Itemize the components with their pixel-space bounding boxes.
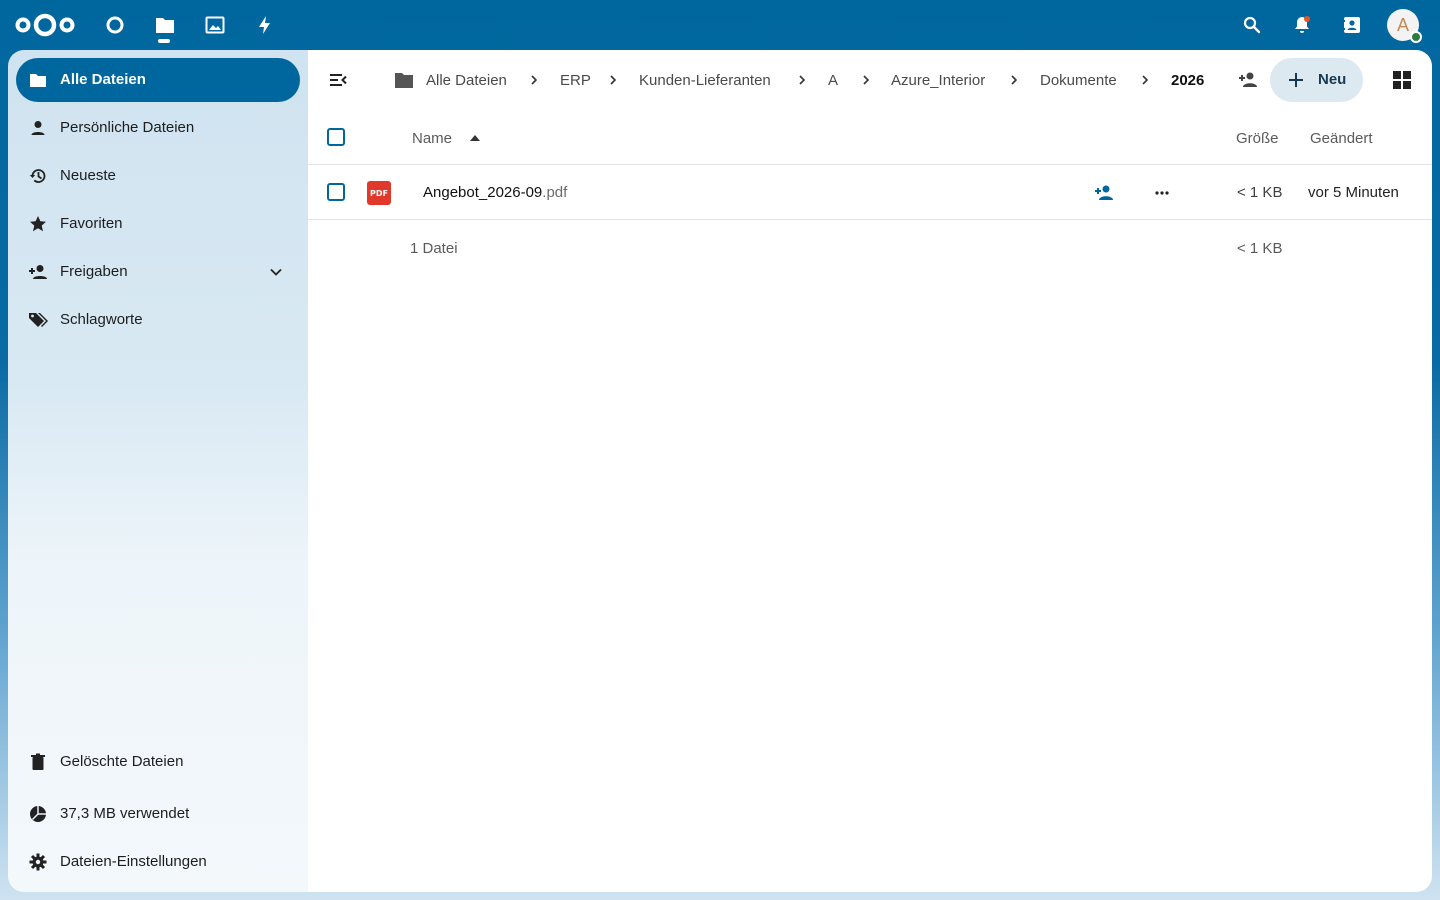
top-header: A [0,0,1440,50]
chevron-right-icon [1011,75,1018,85]
file-list-header: Name Größe Geändert [308,110,1432,165]
nextcloud-logo[interactable] [14,11,76,39]
share-icon [28,262,48,282]
file-list-summary: 1 Datei < 1 KB [308,220,1432,276]
sidebar-item-personal-files[interactable]: Persönliche Dateien [16,106,300,150]
share-user-icon[interactable] [1092,181,1116,205]
select-all-checkbox[interactable] [327,128,345,146]
sidebar-item-shares[interactable]: Freigaben [16,250,300,294]
file-basename: Angebot_2026-09 [423,184,543,201]
column-header-size[interactable]: Größe [1236,130,1279,147]
breadcrumb-dokumente[interactable]: Dokumente [1040,72,1117,89]
more-actions-icon[interactable] [1150,181,1174,205]
sidebar-item-label: Gelöschte Dateien [60,753,184,770]
sidebar-item-files-settings[interactable]: Dateien-Einstellungen [16,840,300,884]
chevron-right-icon [1142,75,1149,85]
plus-icon [1289,73,1303,87]
sidebar-item-label: Dateien-Einstellungen [60,853,207,870]
app-photos-icon[interactable] [203,13,227,37]
person-icon [28,118,48,138]
sidebar-item-label: Favoriten [60,215,123,232]
sidebar-item-tags[interactable]: Schlagworte [16,298,300,342]
chevron-right-icon [610,75,617,85]
folder-icon [395,73,413,88]
new-button[interactable]: Neu [1270,58,1363,102]
column-header-name[interactable]: Name [412,130,452,147]
pdf-file-icon: PDF [367,181,391,205]
breadcrumb-current-2026[interactable]: 2026 [1171,72,1204,89]
contacts-icon[interactable] [1340,13,1364,37]
app-activity-icon[interactable] [253,13,277,37]
files-navigation-sidebar: Alle Dateien Persönliche Dateien Neueste… [8,50,308,892]
pie-chart-icon [28,804,48,824]
pdf-badge-text: PDF [370,188,388,198]
breadcrumb-azure-interior[interactable]: Azure_Interior [891,72,985,89]
chevron-right-icon [799,75,806,85]
file-modified: vor 5 Minuten [1308,184,1399,201]
sidebar-item-label: Schlagworte [60,311,143,328]
sidebar-item-recent[interactable]: Neueste [16,154,300,198]
share-folder-icon[interactable] [1236,68,1260,92]
file-extension: .pdf [542,184,568,201]
breadcrumb-all-files[interactable]: Alle Dateien [426,72,507,89]
new-button-label: Neu [1318,71,1347,88]
grid-view-icon[interactable] [1390,68,1414,92]
storage-usage-label: 37,3 MB verwendet [60,805,190,822]
app-dashboard-icon[interactable] [103,13,127,37]
sidebar-item-label: Persönliche Dateien [60,119,195,136]
bell-icon[interactable] [1290,13,1314,37]
active-app-indicator [158,39,170,43]
files-main-content: Alle Dateien ERP Kunden-Lieferanten A Az… [308,50,1432,892]
sidebar-item-favorites[interactable]: Favoriten [16,202,300,246]
avatar-letter: A [1396,14,1409,35]
star-icon [28,214,48,234]
breadcrumb-kunden-lieferanten[interactable]: Kunden-Lieferanten [639,72,771,89]
history-icon [28,166,48,186]
gear-icon [28,852,48,872]
table-row[interactable]: PDF Angebot_2026-09.pdf < 1 KB vor 5 Min… [308,165,1432,220]
trash-icon [28,752,48,772]
sidebar-item-label: Freigaben [60,263,128,280]
sidebar-item-trash[interactable]: Gelöschte Dateien [16,740,300,784]
chevron-right-icon [863,75,870,85]
summary-size: < 1 KB [1237,240,1283,257]
breadcrumb-erp[interactable]: ERP [560,72,591,89]
storage-usage: 37,3 MB verwendet [16,792,300,836]
row-select-checkbox[interactable] [327,183,345,201]
summary-count: 1 Datei [410,240,458,257]
column-header-modified[interactable]: Geändert [1310,130,1373,147]
sidebar-item-all-files[interactable]: Alle Dateien [16,58,300,102]
toggle-sidebar-icon[interactable] [326,68,350,92]
sidebar-item-label: Neueste [60,167,116,184]
folder-icon [28,70,48,90]
chevron-right-icon [531,75,538,85]
tag-icon [28,310,48,330]
chevron-down-icon[interactable] [266,262,286,282]
app-files-icon[interactable] [153,13,177,37]
file-name[interactable]: Angebot_2026-09.pdf [423,184,567,201]
search-icon[interactable] [1240,13,1264,37]
online-status-indicator [1410,31,1422,43]
breadcrumb-a[interactable]: A [828,72,838,89]
sidebar-item-label: Alle Dateien [60,71,146,88]
file-size: < 1 KB [1237,184,1283,201]
sort-ascending-icon[interactable] [470,134,480,142]
